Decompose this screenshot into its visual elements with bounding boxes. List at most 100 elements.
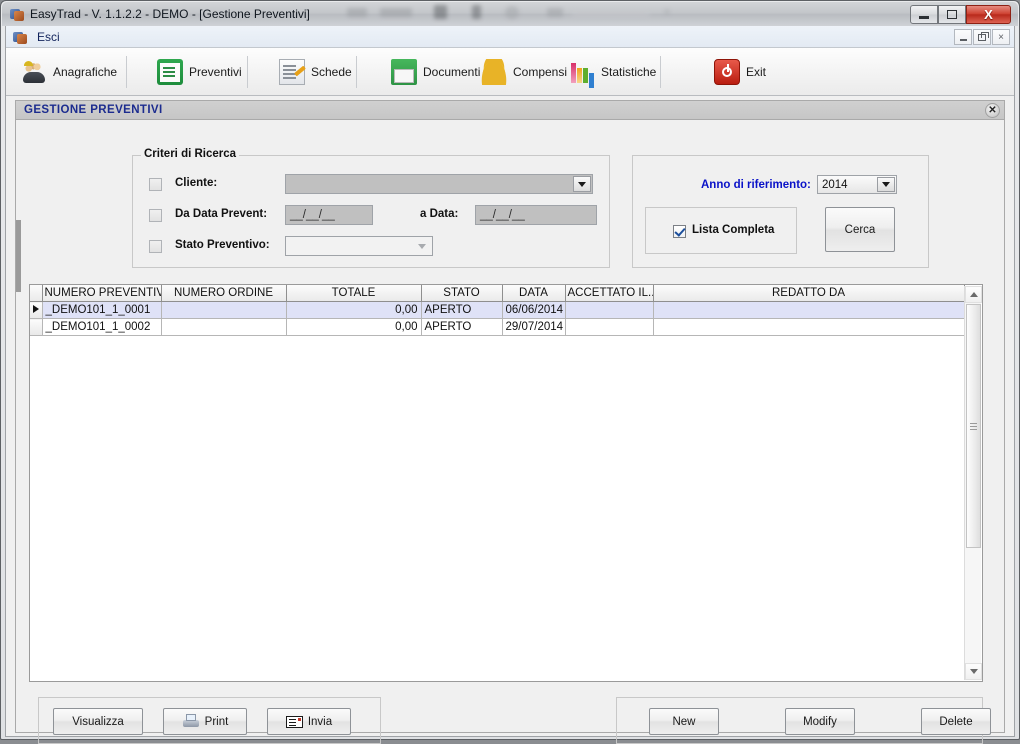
window-close-button[interactable]: X (966, 5, 1011, 24)
column-header-numero-ordine[interactable]: NUMERO ORDINE (161, 285, 287, 302)
stato-preventivo-checkbox[interactable] (149, 240, 162, 253)
form-close-button[interactable]: ✕ (985, 103, 1000, 118)
search-criteria-group: Criteri di Ricerca Cliente: Da Data Prev… (132, 148, 610, 268)
menu-item-esci[interactable]: Esci (33, 29, 64, 45)
app-icon (9, 6, 25, 22)
a-data-input[interactable]: __/__/__ (475, 205, 597, 225)
search-criteria-legend: Criteri di Ricerca (141, 148, 240, 160)
table-header-row: NUMERO PREVENTIVO NUMERO ORDINE TOTALE S… (30, 285, 965, 302)
chevron-down-icon[interactable] (413, 238, 431, 254)
anno-riferimento-value: 2014 (822, 179, 848, 191)
mail-icon (285, 715, 303, 728)
lista-completa-checkbox[interactable] (673, 225, 686, 238)
grid-vertical-scrollbar[interactable] (964, 286, 982, 680)
record-actions-group: New Modify Delete (616, 697, 991, 744)
print-button[interactable]: Print (163, 708, 247, 735)
window-minimize-button[interactable] (910, 5, 938, 24)
background-ghost-widget (547, 8, 563, 17)
column-header-numero-preventivo[interactable]: NUMERO PREVENTIVO (42, 285, 162, 302)
toolbar-button-exit[interactable]: Exit (711, 54, 769, 90)
background-ghost-widget (505, 6, 519, 19)
modify-button[interactable]: Modify (785, 708, 855, 735)
column-header-totale[interactable]: TOTALE (286, 285, 422, 302)
window-maximize-button[interactable] (938, 5, 966, 24)
client-area: Esci × Anagrafiche Preventivi Schede Doc… (5, 26, 1015, 744)
cell-redatto-da (653, 301, 965, 319)
new-label: New (672, 715, 696, 728)
da-data-input[interactable]: __/__/__ (285, 205, 373, 225)
stato-preventivo-combobox[interactable] (285, 236, 433, 256)
toolbar-button-schede[interactable]: Schede (276, 54, 355, 90)
mdi-child-minimize-button[interactable] (954, 29, 972, 45)
caret-down-icon (969, 669, 978, 674)
visualizza-button[interactable]: Visualizza (53, 708, 143, 735)
chevron-down-icon[interactable] (573, 176, 591, 192)
delete-button[interactable]: Delete (921, 708, 991, 735)
toolbar-button-compensi[interactable]: Compensi (478, 54, 570, 90)
lista-completa-box: Lista Completa (645, 207, 797, 254)
toolbar-label: Documenti (423, 65, 481, 79)
mdi-child-close-button[interactable]: × (992, 29, 1010, 45)
column-header-accettato-il[interactable]: ACCETTATO IL... (565, 285, 654, 302)
background-ghost-widget (472, 5, 481, 19)
cell-numero-ordine (161, 318, 287, 336)
caret-up-icon (969, 292, 978, 297)
document-actions-group: Visualizza Print Invia (38, 697, 381, 744)
cell-numero-preventivo: _DEMO101_1_0002 (42, 318, 162, 336)
window-titlebar: EasyTrad - V. 1.1.2.2 - DEMO - [Gestione… (2, 2, 1018, 26)
cell-accettato-il (565, 318, 654, 336)
grip-icon (970, 422, 977, 430)
cliente-checkbox[interactable] (149, 178, 162, 191)
row-selector-cell[interactable] (30, 301, 43, 319)
close-icon: × (998, 31, 1004, 43)
form-body: Criteri di Ricerca Cliente: Da Data Prev… (15, 120, 1005, 744)
toolbar-label: Compensi (513, 65, 568, 79)
people-icon (21, 59, 47, 85)
background-ghost-widget (347, 8, 367, 17)
coins-icon (481, 59, 507, 85)
row-selector-cell[interactable] (30, 318, 43, 336)
preventivi-grid[interactable]: NUMERO PREVENTIVO NUMERO ORDINE TOTALE S… (29, 284, 983, 682)
sheet-pencil-icon (279, 59, 305, 85)
toolbar-separator (356, 56, 357, 88)
chevron-down-icon[interactable] (877, 177, 895, 192)
column-header-redatto-da[interactable]: REDATTO DA (653, 285, 965, 302)
cliente-combobox[interactable] (285, 174, 593, 194)
background-ghost-widget (380, 8, 412, 17)
table-row[interactable]: _DEMO101_1_0002 0,00 APERTO 29/07/2014 (30, 318, 965, 336)
invia-button[interactable]: Invia (267, 708, 351, 735)
toolbar-button-documenti[interactable]: Documenti (388, 54, 483, 90)
toolbar-separator (126, 56, 127, 88)
minimize-icon (919, 16, 929, 19)
new-button[interactable]: New (649, 708, 719, 735)
anno-riferimento-select[interactable]: 2014 (817, 175, 897, 194)
cerca-button[interactable]: Cerca (825, 207, 895, 252)
scrollbar-thumb[interactable] (16, 220, 21, 292)
column-header-stato[interactable]: STATO (421, 285, 503, 302)
anno-riferimento-label: Anno di riferimento: (701, 179, 811, 191)
menu-app-icon (12, 29, 27, 44)
current-row-marker-icon (33, 305, 39, 313)
toolbar-button-anagrafiche[interactable]: Anagrafiche (18, 54, 120, 90)
background-ghost-widget (664, 9, 670, 15)
column-header-data[interactable]: DATA (502, 285, 566, 302)
scroll-down-button[interactable] (965, 663, 982, 680)
mdi-vertical-scrollbar[interactable] (16, 120, 22, 731)
maximize-icon (947, 10, 957, 19)
toolbar-button-statistiche[interactable]: Statistiche (566, 54, 659, 90)
cell-stato: APERTO (421, 318, 503, 336)
toolbar-button-preventivi[interactable]: Preventivi (154, 54, 245, 90)
mdi-child-restore-button[interactable] (973, 29, 991, 45)
bar-chart-icon (569, 59, 595, 85)
visualizza-label: Visualizza (72, 715, 124, 728)
table-row[interactable]: _DEMO101_1_0001 0,00 APERTO 06/06/2014 (30, 301, 965, 319)
scrollbar-thumb[interactable] (966, 304, 981, 548)
close-icon: X (984, 7, 993, 22)
preventivi-table: NUMERO PREVENTIVO NUMERO ORDINE TOTALE S… (30, 285, 965, 336)
cell-data: 29/07/2014 (502, 318, 566, 336)
background-ghost-widget (572, 8, 650, 18)
da-data-checkbox[interactable] (149, 209, 162, 222)
scroll-up-button[interactable] (965, 286, 982, 303)
main-toolbar: Anagrafiche Preventivi Schede Documenti … (6, 48, 1014, 96)
row-selector-header (30, 285, 43, 302)
